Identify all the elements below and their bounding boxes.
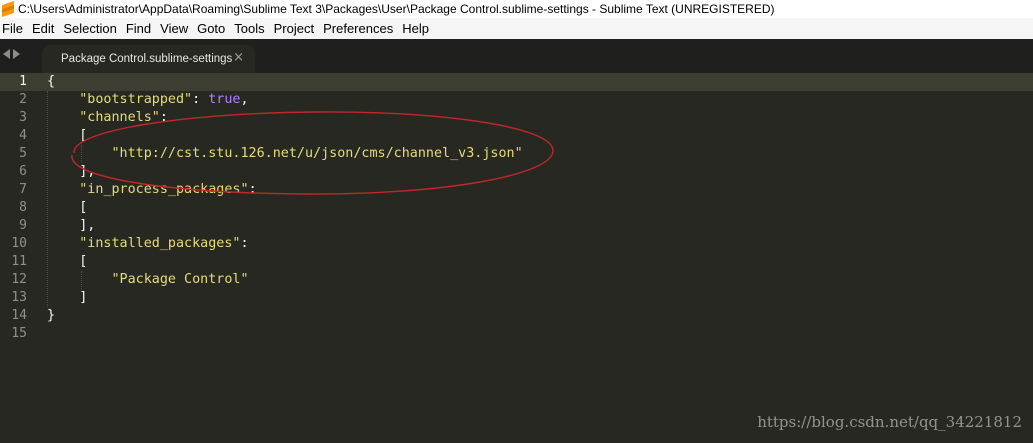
code-line-9: ], [79, 218, 96, 233]
line-number: 6 [19, 164, 27, 179]
code-line-2: "bootstrapped": true, [79, 92, 249, 107]
line-number: 9 [19, 218, 27, 233]
code-line-1: { [47, 74, 56, 89]
sublime-text-icon [2, 0, 14, 18]
menu-project[interactable]: Project [268, 21, 314, 36]
menu-tools[interactable]: Tools [228, 21, 264, 36]
code-line-11: [ [79, 254, 88, 269]
tab-close-icon[interactable]: × [233, 51, 244, 65]
line-number-gutter: 1 2 3 4 5 6 7 8 9 10 11 12 13 14 15 [0, 73, 38, 343]
menu-goto[interactable]: Goto [191, 21, 225, 36]
line-number: 13 [11, 290, 27, 305]
code-line-12: "Package Control" [111, 272, 249, 287]
tab-bar: Package Control.sublime-settings × [0, 39, 1033, 73]
tab-scroll-right-icon[interactable] [13, 49, 20, 59]
line-number: 10 [11, 236, 27, 251]
window-title: C:\Users\Administrator\AppData\Roaming\S… [18, 2, 775, 16]
line-number: 4 [19, 128, 27, 143]
annotation-ellipse [71, 111, 554, 195]
line-number: 8 [19, 200, 27, 215]
line-number: 14 [11, 308, 27, 323]
code-line-14: } [47, 308, 56, 323]
menu-view[interactable]: View [154, 21, 188, 36]
menu-help[interactable]: Help [396, 21, 429, 36]
menu-file[interactable]: File [0, 21, 23, 36]
menu-bar: File Edit Selection Find View Goto Tools… [0, 18, 1033, 39]
tab-navigation [3, 49, 20, 59]
line-number: 1 [19, 74, 27, 89]
menu-selection[interactable]: Selection [57, 21, 116, 36]
title-bar: C:\Users\Administrator\AppData\Roaming\S… [0, 0, 1033, 18]
line-number: 3 [19, 110, 27, 125]
line-number: 5 [19, 146, 27, 161]
line-number: 11 [11, 254, 27, 269]
code-line-8: [ [79, 200, 88, 215]
tab-scroll-left-icon[interactable] [3, 49, 10, 59]
menu-find[interactable]: Find [120, 21, 151, 36]
menu-preferences[interactable]: Preferences [317, 21, 393, 36]
code-line-10: "installed_packages": [79, 236, 249, 251]
tab-label: Package Control.sublime-settings [61, 53, 233, 65]
line-number: 7 [19, 182, 27, 197]
tab-package-control-settings[interactable]: Package Control.sublime-settings × [42, 45, 255, 73]
code-line-13: ] [79, 290, 88, 305]
line-number: 12 [11, 272, 27, 287]
menu-edit[interactable]: Edit [26, 21, 54, 36]
watermark: https://blog.csdn.net/qq_34221812 [757, 413, 1022, 431]
line-number: 15 [11, 326, 27, 341]
line-number: 2 [19, 92, 27, 107]
